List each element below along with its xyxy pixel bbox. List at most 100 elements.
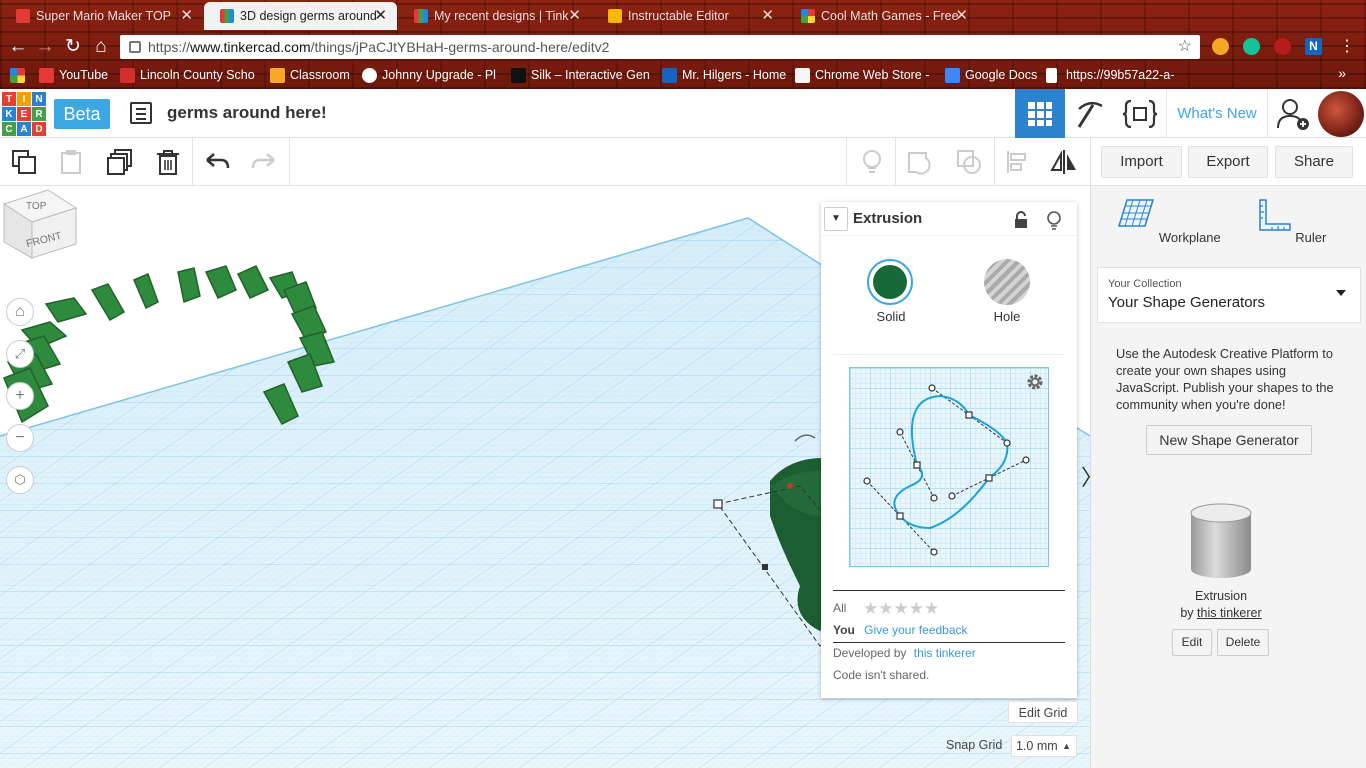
bookmark-item[interactable]: Lincoln County Scho — [120, 67, 255, 84]
ungroup-button[interactable] — [955, 148, 983, 176]
bookmark-item[interactable]: https://99b57a22-a- — [1046, 67, 1174, 84]
chrome-menu-icon[interactable]: ⋮ — [1336, 36, 1358, 58]
delete-button[interactable] — [154, 148, 182, 176]
control-point[interactable] — [863, 477, 871, 485]
browser-tab[interactable]: Instructable Editor ✕ — [592, 2, 784, 30]
more-bookmarks-icon[interactable]: » — [1338, 65, 1346, 81]
unlock-icon[interactable] — [1013, 211, 1029, 229]
extension-icon[interactable] — [1212, 38, 1229, 55]
bookmark-item[interactable]: Google Docs — [945, 67, 1037, 84]
reload-icon[interactable]: ↻ — [62, 36, 84, 58]
curve-canvas[interactable] — [850, 368, 1050, 568]
back-arrow-icon[interactable]: ← — [7, 36, 29, 58]
extension-unicorn-icon[interactable] — [1274, 38, 1291, 55]
tinkercad-logo[interactable]: T I N K E R C A D — [2, 92, 46, 136]
anchor-point[interactable] — [965, 411, 973, 419]
address-bar[interactable]: https://www.tinkercad.com/things/jPaCJtY… — [120, 35, 1200, 59]
perspective-button[interactable]: ⬡ — [6, 466, 34, 494]
collapse-inspector-button[interactable]: ▼ — [824, 207, 848, 231]
home-icon[interactable]: ⌂ — [90, 36, 112, 58]
close-tab-icon[interactable]: ✕ — [180, 2, 193, 30]
export-button[interactable]: Export — [1188, 146, 1268, 178]
add-user-button[interactable] — [1268, 89, 1318, 138]
close-tab-icon[interactable]: ✕ — [761, 2, 774, 30]
home-view-button[interactable]: ⌂ — [6, 298, 34, 326]
workplane-tool[interactable]: Workplane — [1113, 196, 1223, 245]
fit-view-button[interactable]: ⤢ — [6, 340, 34, 368]
delete-shape-button[interactable]: Delete — [1217, 629, 1269, 656]
zoom-in-button[interactable]: + — [6, 382, 34, 410]
gear-icon[interactable] — [1027, 374, 1043, 390]
whats-new-link[interactable]: What's New — [1166, 89, 1268, 138]
notes-button[interactable] — [858, 148, 886, 176]
lightbulb-icon[interactable] — [1045, 210, 1063, 230]
bezier-curve-editor[interactable] — [849, 367, 1049, 567]
beta-badge[interactable]: Beta — [54, 99, 110, 129]
view-cube[interactable]: TOP FRONT — [0, 186, 80, 260]
anchor-point[interactable] — [985, 474, 993, 482]
browser-tab[interactable]: Super Mario Maker TOP ✕ — [0, 2, 203, 30]
user-avatar[interactable] — [1318, 91, 1364, 137]
control-point[interactable] — [896, 428, 904, 436]
page-info-icon[interactable] — [129, 41, 141, 53]
duplicate-button[interactable] — [106, 148, 134, 176]
hole-swatch[interactable] — [984, 259, 1030, 305]
collection-dropdown[interactable]: Your Collection Your Shape Generators — [1097, 267, 1361, 323]
browser-tab-active[interactable]: 3D design germs around ✕ — [204, 2, 397, 30]
star-rating[interactable]: ★★★★★ — [863, 599, 939, 619]
edit-grid-button[interactable]: Edit Grid — [1008, 701, 1078, 723]
anchor-point[interactable] — [896, 512, 904, 520]
codeblocks-button[interactable] — [1115, 89, 1165, 138]
redo-button[interactable] — [250, 148, 278, 176]
forward-arrow-icon[interactable]: → — [34, 36, 56, 58]
coolmath-favicon-icon — [801, 9, 815, 23]
copy-button[interactable] — [10, 148, 38, 176]
edit-shape-button[interactable]: Edit — [1172, 629, 1212, 656]
give-feedback-link[interactable]: Give your feedback — [864, 623, 967, 637]
design-title[interactable]: germs around here! — [167, 103, 327, 123]
mirror-button[interactable] — [1050, 148, 1078, 176]
bookmark-item[interactable]: Classroom — [270, 67, 350, 84]
shape-author-link[interactable]: this tinkerer — [1197, 606, 1262, 620]
developer-link[interactable]: this tinkerer — [914, 646, 976, 660]
group-button[interactable] — [906, 148, 934, 176]
bookmark-item[interactable]: Silk – Interactive Gen — [511, 67, 650, 84]
3d-view-button[interactable] — [1015, 89, 1065, 138]
control-point[interactable] — [948, 492, 956, 500]
ruler-tool[interactable]: Ruler — [1234, 196, 1344, 245]
bookmark-star-icon[interactable]: ☆ — [1178, 35, 1192, 59]
bookmark-item[interactable]: Chrome Web Store - — [795, 67, 929, 84]
close-tab-icon[interactable]: ✕ — [374, 2, 387, 30]
resize-handle[interactable] — [762, 564, 768, 570]
browser-tab[interactable]: My recent designs | Tink ✕ — [398, 2, 591, 30]
extension-n-icon[interactable]: N — [1305, 38, 1322, 55]
anchor-point[interactable] — [913, 461, 921, 469]
design-list-icon[interactable] — [130, 102, 152, 124]
align-button[interactable] — [1004, 148, 1032, 176]
snap-grid-select[interactable]: 1.0 mm ▲ — [1011, 735, 1077, 757]
solid-color-swatch[interactable] — [867, 259, 913, 305]
browser-tab[interactable]: Cool Math Games - Free ✕ — [785, 2, 978, 30]
bookmark-item[interactable]: YouTube — [39, 67, 108, 84]
close-tab-icon[interactable]: ✕ — [955, 2, 968, 30]
close-tab-icon[interactable]: ✕ — [568, 2, 581, 30]
bookmark-item[interactable]: Mr. Hilgers - Home — [662, 67, 786, 84]
extrusion-profile-curve[interactable] — [893, 394, 1009, 530]
grammarly-icon[interactable] — [1243, 38, 1260, 55]
extrusion-thumbnail[interactable] — [1189, 501, 1253, 581]
control-point[interactable] — [930, 548, 938, 556]
control-point[interactable] — [930, 494, 938, 502]
control-point[interactable] — [1022, 456, 1030, 464]
ruler-label: Ruler — [1295, 230, 1327, 245]
share-button[interactable]: Share — [1275, 146, 1353, 178]
resize-handle[interactable] — [713, 499, 723, 509]
import-button[interactable]: Import — [1101, 146, 1182, 178]
new-shape-generator-button[interactable]: New Shape Generator — [1146, 425, 1312, 455]
zoom-out-button[interactable]: − — [6, 424, 34, 452]
blocks-button[interactable] — [1065, 89, 1115, 138]
undo-button[interactable] — [203, 148, 231, 176]
control-point[interactable] — [1003, 439, 1011, 447]
control-point[interactable] — [928, 384, 936, 392]
bookmark-item[interactable]: Johnny Upgrade - Pl — [362, 67, 496, 84]
paste-button[interactable] — [57, 148, 85, 176]
